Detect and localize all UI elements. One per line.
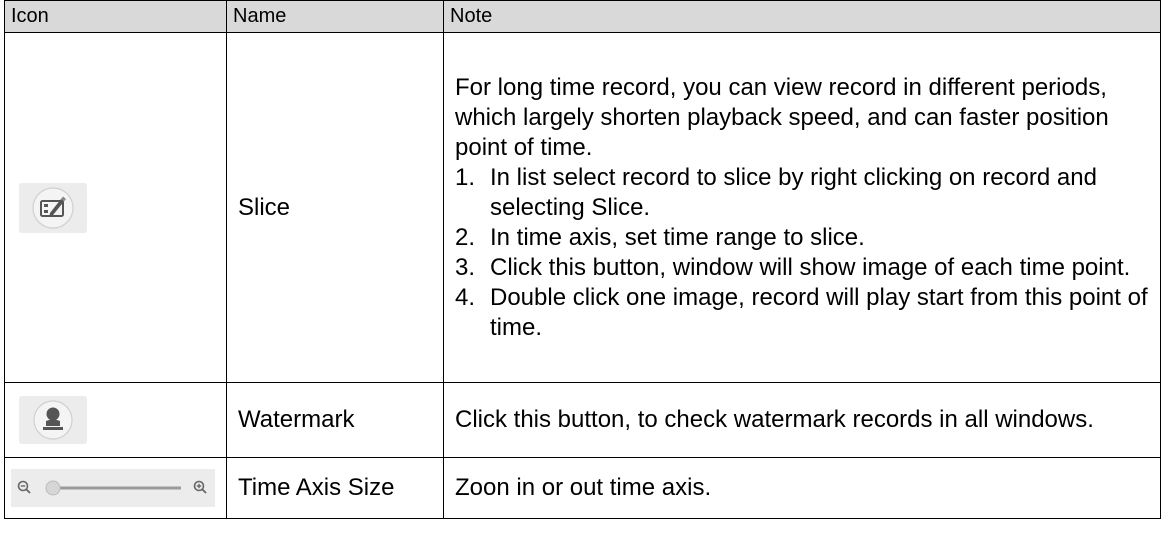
cell-name: Time Axis Size — [226, 457, 444, 519]
slice-icon — [32, 186, 74, 229]
note-steps: 1. In list select record to slice by righ… — [455, 163, 1150, 343]
slider-handle[interactable] — [45, 480, 61, 496]
cell-name: Slice — [226, 32, 444, 383]
list-item: 4. Double click one image, record will pl… — [455, 283, 1148, 341]
header-note: Note — [443, 0, 1161, 33]
cell-icon — [4, 382, 227, 458]
cell-name: Watermark — [226, 382, 444, 458]
table-row-slice: Slice For long time record, you can view… — [4, 32, 1161, 383]
cell-icon — [4, 32, 227, 383]
cell-icon — [4, 457, 227, 519]
slice-button[interactable] — [19, 182, 87, 233]
cell-note: For long time record, you can view recor… — [443, 32, 1161, 383]
header-icon: Icon — [4, 0, 227, 33]
table-row-time-axis-size: Time Axis Size Zoon in or out time axis. — [4, 457, 1161, 519]
cell-note: Click this button, to check watermark re… — [443, 382, 1161, 458]
zoom-out-icon[interactable] — [17, 480, 31, 494]
header-row: Icon Name Note — [4, 0, 1161, 33]
time-axis-zoom-slider[interactable] — [11, 469, 215, 507]
note-intro: For long time record, you can view recor… — [455, 73, 1109, 161]
watermark-button[interactable] — [19, 396, 87, 444]
list-item: 1. In list select record to slice by righ… — [455, 163, 1097, 221]
list-item: 3. Click this button, window will show im… — [455, 253, 1131, 281]
watermark-icon — [33, 400, 73, 440]
header-name: Name — [226, 0, 444, 33]
list-item: 2. In time axis, set time range to slice. — [455, 223, 865, 251]
zoom-in-icon[interactable] — [193, 480, 207, 494]
table-row-watermark: Watermark Click this button, to check wa… — [4, 382, 1161, 458]
icon-description-table: Icon Name Note Slice For long time recor… — [4, 0, 1161, 519]
cell-note: Zoon in or out time axis. — [443, 457, 1161, 519]
